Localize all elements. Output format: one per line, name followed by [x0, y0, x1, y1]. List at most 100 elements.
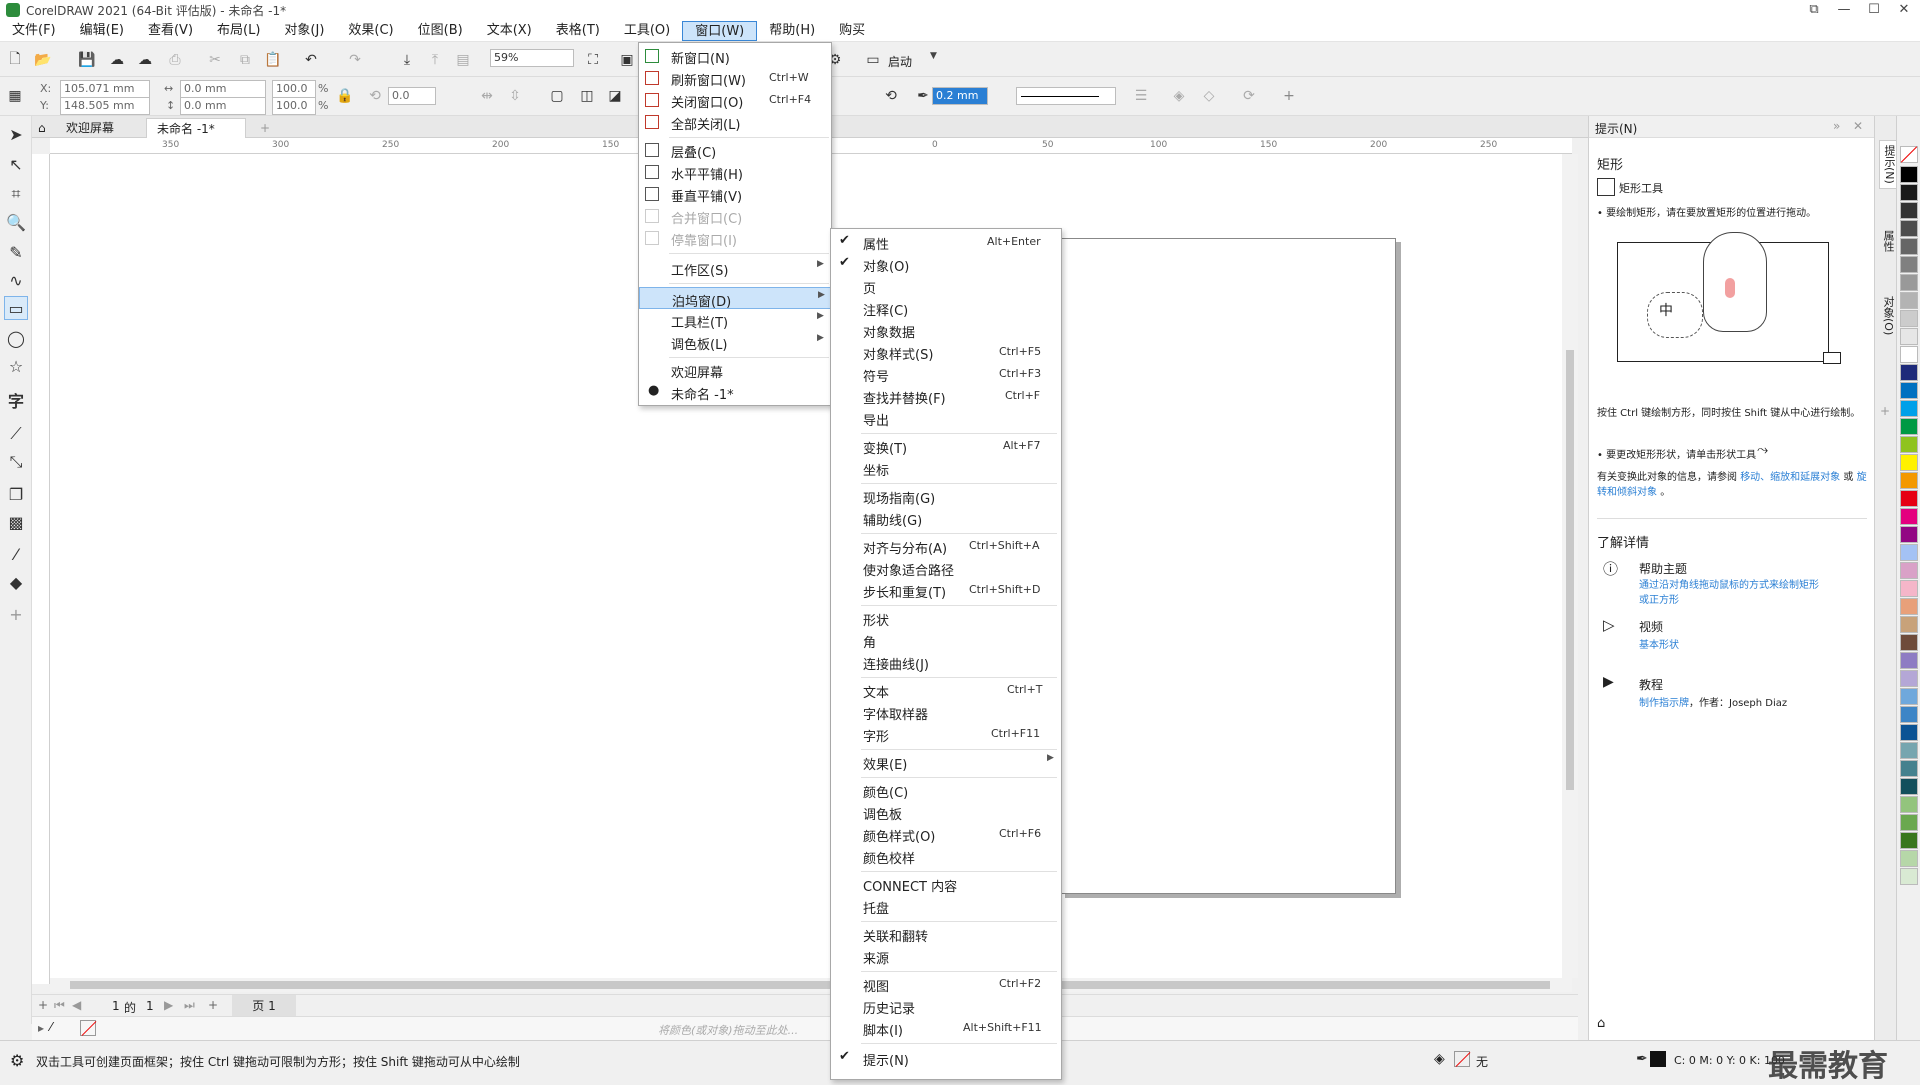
menu-item-refresh-window[interactable]: 刷新窗口(W) Ctrl+W [639, 67, 831, 89]
full-screen-icon[interactable]: ▣ [616, 49, 638, 71]
menu-item-close-all[interactable]: 全部关闭(L) [639, 111, 831, 133]
palette-swatch[interactable] [1900, 670, 1918, 687]
ellipse-tool-icon[interactable]: ◯ [4, 326, 28, 350]
vertical-scrollbar[interactable] [1562, 154, 1578, 978]
docker-item-coordinates[interactable]: 坐标 [831, 457, 1061, 479]
wrap-text-icon[interactable]: ⟲ [880, 85, 902, 107]
zoom-fit-icon[interactable]: ⛶ [582, 49, 604, 71]
menu-item-cascade[interactable]: 层叠(C) [639, 139, 831, 161]
docker-expand-icon[interactable]: » [1833, 119, 1840, 133]
docker-item-symbols[interactable]: 符号 Ctrl+F3 [831, 363, 1061, 385]
artistic-media-icon[interactable]: ∿ [4, 268, 28, 292]
palette-swatch[interactable] [1900, 220, 1918, 237]
palette-swatch[interactable] [1900, 166, 1918, 183]
docker-item-scripts[interactable]: 脚本(I) Alt+Shift+F11 [831, 1017, 1061, 1039]
freehand-tool-icon[interactable]: ✎ [4, 240, 28, 264]
video-link[interactable]: 基本形状 [1639, 636, 1679, 651]
cloud-download-icon[interactable]: ☁ [106, 49, 128, 71]
palette-swatch[interactable] [1900, 616, 1918, 633]
y-position-input[interactable]: 148.505 mm [60, 97, 150, 115]
to-back-icon[interactable]: ◇ [1198, 85, 1220, 107]
new-document-icon[interactable]: 🗋 [4, 49, 26, 71]
home-icon[interactable]: ⌂ [34, 118, 50, 138]
new-tab-icon[interactable]: + [250, 118, 280, 138]
palette-swatch[interactable] [1900, 760, 1918, 777]
docker-item-effects[interactable]: 效果(E) ▶ [831, 751, 1061, 773]
page-tab[interactable]: 页 1 [232, 995, 296, 1017]
menu-item-tile-horizontal[interactable]: 水平平铺(H) [639, 161, 831, 183]
docker-item-export[interactable]: 导出 [831, 407, 1061, 429]
docker-item-comments[interactable]: 注释(C) [831, 297, 1061, 319]
document-page[interactable] [1060, 238, 1396, 894]
launch-dropdown-icon[interactable]: ▼ [930, 51, 937, 61]
docker-item-properties[interactable]: ✔ 属性 Alt+Enter [831, 231, 1061, 253]
next-page-icon[interactable]: ▶ [164, 998, 173, 1012]
palette-swatch[interactable] [1900, 868, 1918, 885]
rectangle-tool-icon[interactable]: ▭ [4, 296, 28, 320]
menu-item-workspace[interactable]: 工作区(S) ▶ [639, 257, 831, 279]
to-front-icon[interactable]: ◈ [1168, 85, 1190, 107]
line-style-select[interactable] [1016, 87, 1116, 105]
crop-tool-icon[interactable]: ⌗ [4, 182, 28, 206]
docker-item-connect-content[interactable]: CONNECT 内容 [831, 873, 1061, 895]
add-page-before-icon[interactable]: + [38, 998, 48, 1012]
menu-item-dockers[interactable]: 泊坞窗(D) ▶ [639, 287, 831, 310]
rotate-icon[interactable]: ⟲ [364, 85, 386, 107]
side-add-icon[interactable]: + [1880, 404, 1890, 418]
palette-swatch[interactable] [1900, 796, 1918, 813]
docker-item-object-styles[interactable]: 对象样式(S) Ctrl+F5 [831, 341, 1061, 363]
horizontal-scroll-thumb[interactable] [70, 981, 1550, 989]
help-topic-link[interactable]: 通过沿对角线拖动鼠标的方式来绘制矩形或正方形 [1639, 578, 1819, 608]
docker-item-find-replace[interactable]: 查找并替换(F) Ctrl+F [831, 385, 1061, 407]
outline-pen-icon[interactable]: ✒ [912, 85, 934, 107]
palette-swatch[interactable] [1900, 382, 1918, 399]
docker-item-live-guides[interactable]: 现场指南(G) [831, 485, 1061, 507]
first-page-icon[interactable]: ⏮ [54, 998, 65, 1013]
print-icon[interactable]: ⎙ [164, 49, 186, 71]
docker-item-text[interactable]: 文本 Ctrl+T [831, 679, 1061, 701]
palette-swatch[interactable] [1900, 418, 1918, 435]
outline-width-select[interactable]: 0.2 mm [932, 87, 988, 105]
docker-item-color[interactable]: 颜色(C) [831, 779, 1061, 801]
docker-item-transform[interactable]: 变换(T) Alt+F7 [831, 435, 1061, 457]
maximize-button[interactable]: ☐ [1860, 0, 1888, 20]
link-move-scale-objects[interactable]: 移动、缩放和延展对象 [1740, 472, 1840, 483]
menu-tools[interactable]: 工具(O) [612, 21, 682, 41]
convert-curves-icon[interactable]: ⟳ [1238, 85, 1260, 107]
lock-ratio-icon[interactable]: 🔒 [334, 85, 356, 107]
save-icon[interactable]: 💾 [76, 49, 98, 71]
mirror-horizontal-icon[interactable]: ⇹ [476, 85, 498, 107]
palette-swatch[interactable] [1900, 598, 1918, 615]
palette-swatch[interactable] [1900, 652, 1918, 669]
object-origin-icon[interactable]: ▦ [4, 85, 26, 107]
palette-swatch[interactable] [1900, 562, 1918, 579]
menu-layout[interactable]: 布局(L) [205, 21, 272, 41]
corner-scallop-icon[interactable]: ◫ [576, 85, 598, 107]
palette-swatch[interactable] [1900, 544, 1918, 561]
add-icon[interactable]: + [1278, 85, 1300, 107]
polygon-tool-icon[interactable]: ☆ [4, 354, 28, 378]
menu-item-tile-vertical[interactable]: 垂直平铺(V) [639, 183, 831, 205]
eyedropper-icon[interactable]: ⁄ [50, 1020, 52, 1034]
palette-swatch[interactable] [1900, 724, 1918, 741]
docker-item-view[interactable]: 视图 Ctrl+F2 [831, 973, 1061, 995]
palette-swatch[interactable] [1900, 688, 1918, 705]
docker-item-history[interactable]: 历史记录 [831, 995, 1061, 1017]
import-icon[interactable]: ⤓ [396, 49, 418, 71]
palette-swatch[interactable] [1900, 184, 1918, 201]
palette-swatch[interactable] [1900, 310, 1918, 327]
palette-swatch[interactable] [1900, 580, 1918, 597]
palette-swatch[interactable] [1900, 472, 1918, 489]
interactive-fill-icon[interactable]: ◆ [4, 570, 28, 594]
menu-object[interactable]: 对象(J) [272, 21, 336, 41]
menu-view[interactable]: 查看(V) [136, 21, 205, 41]
pick-tool-icon[interactable]: ➤ [4, 122, 28, 146]
tab-untitled-document[interactable]: 未命名 -1* [146, 118, 246, 138]
palette-expand-icon[interactable]: ▸ [38, 1021, 44, 1035]
docker-close-icon[interactable]: ✕ [1853, 119, 1863, 133]
scale-x-input[interactable]: 100.0 [272, 80, 316, 98]
open-folder-icon[interactable]: 📂 [32, 49, 54, 71]
paste-icon[interactable]: 📋 [262, 49, 284, 71]
palette-swatch[interactable] [1900, 634, 1918, 651]
docker-item-step-repeat[interactable]: 步长和重复(T) Ctrl+Shift+D [831, 579, 1061, 601]
